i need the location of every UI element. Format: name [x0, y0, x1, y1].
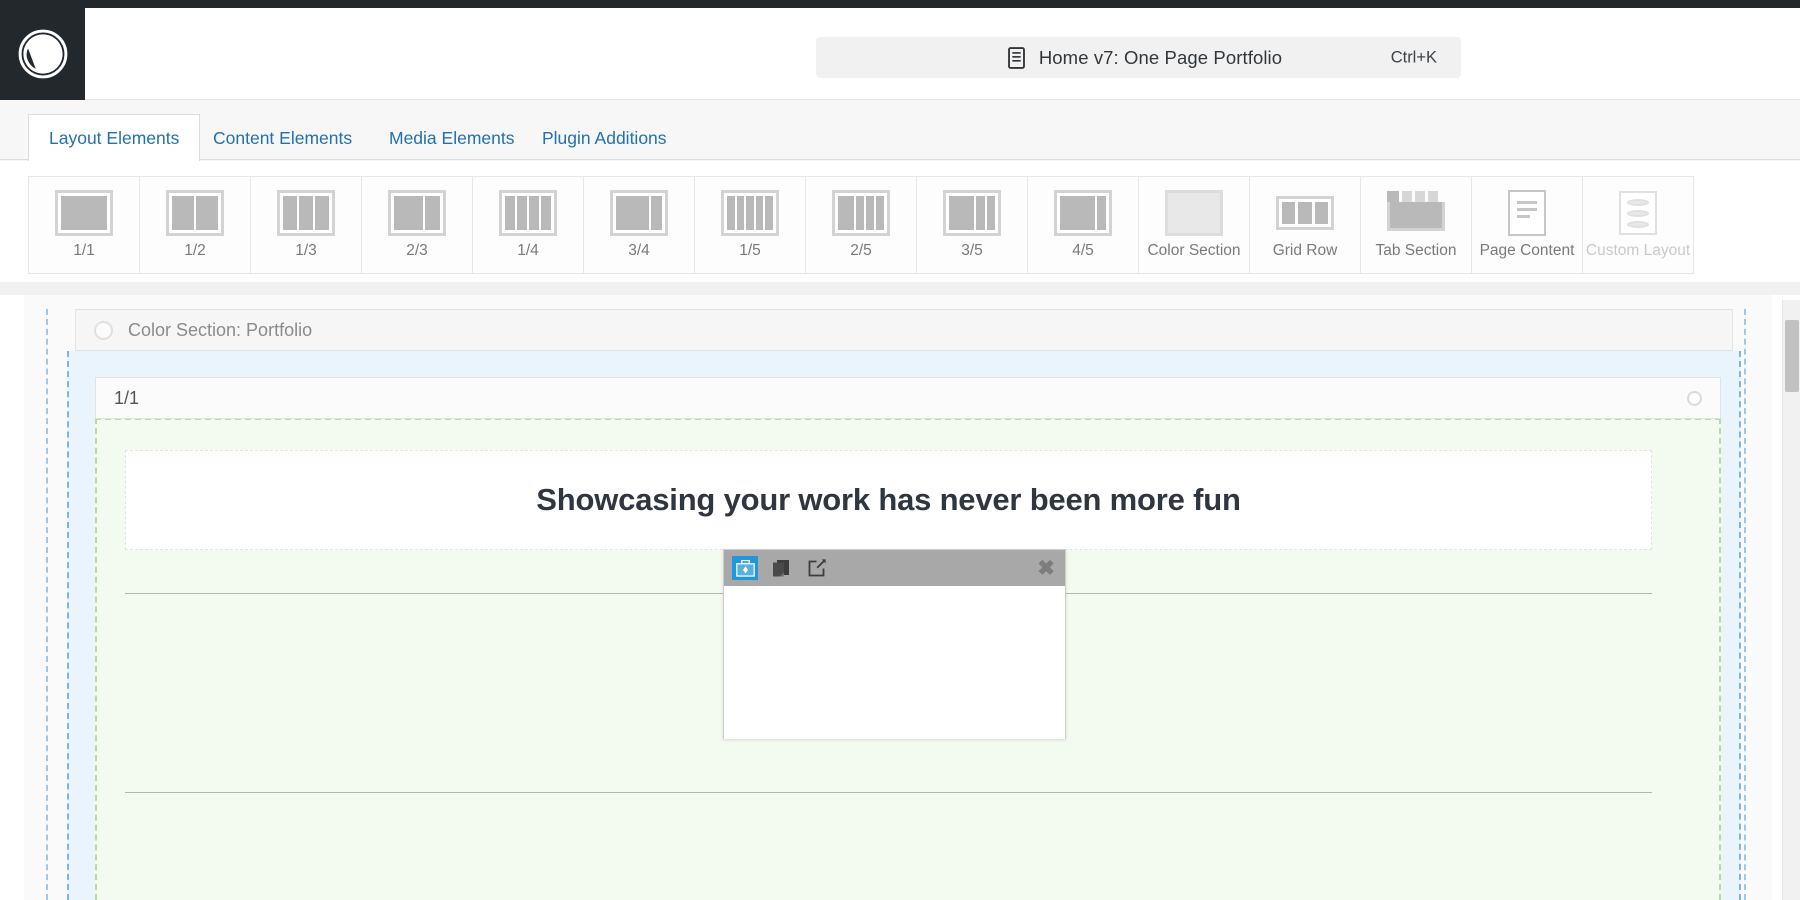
divider-element-bottom — [125, 792, 1652, 793]
tab-layout-elements[interactable]: Layout Elements — [28, 114, 200, 161]
custom-layout-icon — [1619, 188, 1657, 238]
tile-label: Grid Row — [1273, 242, 1338, 260]
element-tiles-strip: 1/1 1/2 1/3 2/3 — [0, 161, 1800, 289]
column-4-5-icon — [1054, 188, 1112, 238]
column-1-1-icon — [55, 188, 113, 238]
popup-content-area — [724, 586, 1065, 739]
tile-label: 2/3 — [406, 242, 428, 260]
tile-label: 4/5 — [1072, 242, 1094, 260]
tile-column-3-5[interactable]: 3/5 — [916, 176, 1028, 274]
wordpress-logo-icon[interactable] — [0, 8, 85, 100]
tile-label: 1/4 — [517, 242, 539, 260]
element-popup: ✖ — [723, 549, 1066, 739]
tile-label: 2/5 — [850, 242, 872, 260]
element-category-tabs: Layout Elements Content Elements Media E… — [0, 114, 1800, 160]
tile-column-3-4[interactable]: 3/4 — [583, 176, 695, 274]
column-1-4-icon — [499, 188, 557, 238]
column-3-4-icon — [610, 188, 668, 238]
tile-column-2-3[interactable]: 2/3 — [361, 176, 473, 274]
column-label: 1/1 — [114, 388, 139, 409]
tile-label: Custom Layout — [1586, 242, 1690, 260]
tile-column-1-2[interactable]: 1/2 — [139, 176, 251, 274]
tile-label: 1/2 — [184, 242, 206, 260]
elements-panel: Layout Elements Content Elements Media E… — [0, 100, 1800, 295]
column-header[interactable]: 1/1 — [95, 377, 1721, 419]
tile-label: 1/3 — [295, 242, 317, 260]
column-2-3-icon — [388, 188, 446, 238]
column-1-2-icon — [166, 188, 224, 238]
scrollbar-thumb[interactable] — [1785, 320, 1799, 392]
tile-label: 3/4 — [628, 242, 650, 260]
edit-icon[interactable] — [804, 556, 830, 580]
tile-column-2-5[interactable]: 2/5 — [805, 176, 917, 274]
close-icon[interactable]: ✖ — [1037, 558, 1055, 579]
color-section-title: Color Section: Portfolio — [128, 320, 312, 341]
column-3-5-icon — [943, 188, 1001, 238]
tile-page-content[interactable]: Page Content — [1471, 176, 1583, 274]
tile-label: Tab Section — [1376, 242, 1457, 260]
document-title: Home v7: One Page Portfolio — [1039, 47, 1282, 69]
tile-grid-row[interactable]: Grid Row — [1249, 176, 1361, 274]
tab-content-elements[interactable]: Content Elements — [192, 114, 373, 161]
tile-column-1-3[interactable]: 1/3 — [250, 176, 362, 274]
color-section-icon — [1165, 188, 1223, 238]
circle-toggle-icon[interactable] — [94, 321, 113, 340]
tile-label: 1/5 — [739, 242, 761, 260]
document-search-pill[interactable]: Home v7: One Page Portfolio Ctrl+K — [816, 37, 1461, 78]
column-1-5-icon — [721, 188, 779, 238]
tile-tab-section[interactable]: Tab Section — [1360, 176, 1472, 274]
panel-bottom-edge — [0, 282, 1800, 295]
column-1-3-icon — [277, 188, 335, 238]
toolbox-icon[interactable] — [732, 556, 758, 580]
tile-color-section[interactable]: Color Section — [1138, 176, 1250, 274]
duplicate-icon[interactable] — [768, 556, 794, 580]
tile-label: 1/1 — [73, 242, 95, 260]
tile-label: Page Content — [1480, 242, 1575, 260]
vertical-scrollbar[interactable] — [1782, 300, 1800, 900]
page-content-icon — [1508, 188, 1546, 238]
tile-column-1-4[interactable]: 1/4 — [472, 176, 584, 274]
tab-plugin-additions[interactable]: Plugin Additions — [521, 114, 688, 161]
document-icon — [1007, 47, 1026, 69]
tile-column-4-5[interactable]: 4/5 — [1027, 176, 1139, 274]
column-2-5-icon — [832, 188, 890, 238]
top-dark-strip — [0, 0, 1800, 8]
tab-media-elements[interactable]: Media Elements — [368, 114, 535, 161]
tile-column-1-1[interactable]: 1/1 — [28, 176, 140, 274]
heading-element-text: Showcasing your work has never been more… — [536, 482, 1240, 518]
heading-element[interactable]: Showcasing your work has never been more… — [125, 450, 1652, 550]
tile-label: 3/5 — [961, 242, 983, 260]
circle-handle-icon[interactable] — [1687, 391, 1702, 406]
tile-custom-layout[interactable]: Custom Layout — [1582, 176, 1694, 274]
tab-section-icon — [1387, 188, 1445, 238]
popup-toolbar: ✖ — [724, 550, 1065, 586]
color-section-header[interactable]: Color Section: Portfolio — [75, 309, 1733, 351]
tile-label: Color Section — [1147, 242, 1240, 260]
admin-bar: Home v7: One Page Portfolio Ctrl+K — [0, 8, 1800, 100]
keyboard-shortcut-hint: Ctrl+K — [1391, 48, 1437, 67]
tile-column-1-5[interactable]: 1/5 — [694, 176, 806, 274]
grid-row-icon — [1276, 188, 1334, 238]
